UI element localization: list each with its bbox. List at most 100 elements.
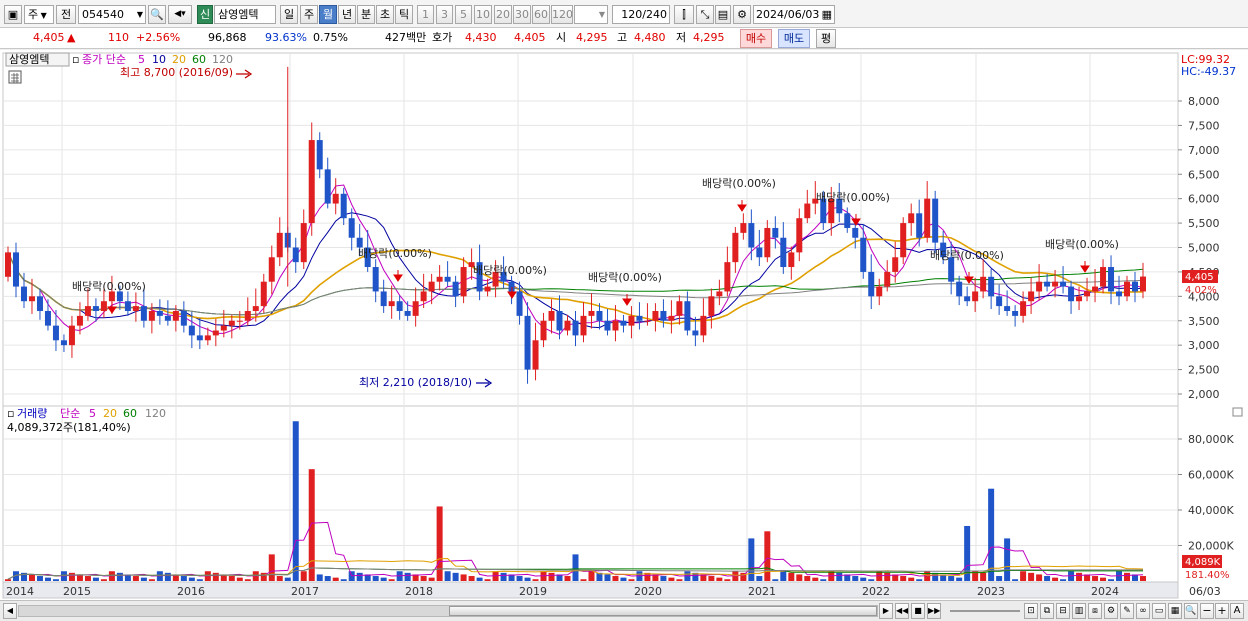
font-size-icon[interactable]: A [1230,603,1244,619]
candle-body [332,193,339,204]
stock-chart[interactable]: 배당락(0.00%) 배당락(0.00%) 배당락(0.00%) 배당락(0.00%)… [0,50,1248,600]
interval-60[interactable]: 60 [532,5,550,24]
average-button[interactable]: 평 [816,29,836,48]
magnify-icon[interactable]: 🔍 [1184,603,1198,619]
volume-bar [812,577,819,581]
volume-bar [1140,576,1146,581]
candle-body [1108,267,1115,292]
candle-body [52,325,59,341]
candle-body [660,310,667,321]
interval-120[interactable]: 120 [551,5,573,24]
interval-20[interactable]: 20 [494,5,512,24]
date-input[interactable]: 2024/06/03 ▦ [753,5,835,24]
volume-bar [5,579,11,581]
sell-button[interactable]: 매도 [778,29,810,48]
pen-icon[interactable]: ✎ [1120,603,1134,619]
period-year[interactable]: 년 [338,5,356,24]
volume-bar [868,579,875,581]
grid-icon[interactable]: ▦ [1168,603,1182,619]
chart-area[interactable]: 배당락(0.00%) 배당락(0.00%) 배당락(0.00%) 배당락(0.00%)… [0,50,1248,600]
time-tick-label: 2016 [177,585,205,598]
scroll-track[interactable] [18,605,878,617]
scroll-right-icon[interactable]: ▶ [879,603,893,619]
buy-button[interactable]: 매수 [740,29,772,48]
speaker-icon[interactable]: ◀▾ [168,5,192,24]
candle-body [764,227,771,258]
maximize-icon[interactable] [1232,407,1243,417]
zoom-in-icon[interactable]: + [1215,603,1229,619]
volume-bar [1060,579,1067,581]
period-week[interactable]: 주 [300,5,318,24]
zoom-out-icon[interactable]: − [1200,603,1214,619]
period-day[interactable]: 일 [280,5,298,24]
candle-body [244,310,251,321]
volume-bar [1092,576,1099,581]
indicator-icon[interactable]: ▥ [1072,603,1086,619]
volume-bar [332,577,339,581]
fast-forward-icon[interactable]: ▶▶ [927,603,941,619]
count-input[interactable]: 120/240 [612,5,670,24]
ma-legend-label: 종가 단순 [82,53,126,66]
line-tool-icon[interactable]: ⤡ [696,5,714,24]
search-icon[interactable]: 🔍 [148,5,166,24]
candle-body [1020,301,1027,316]
candle-type-icon[interactable]: ⫿ [674,5,694,24]
candle-body [420,291,427,302]
period-second[interactable]: 초 [376,5,394,24]
dividend-label: 배당락(0.00%) [930,249,1004,262]
scroll-thumb[interactable] [449,606,877,616]
settings-icon[interactable]: ⚙ [1104,603,1118,619]
interval-5[interactable]: 5 [455,5,472,24]
copy-icon[interactable]: ⧉ [1040,603,1054,619]
zoom-slider[interactable] [950,610,1020,612]
volume-current-value: 4,089,372주(181,40%) [7,421,131,434]
interval-1[interactable]: 1 [417,5,434,24]
type-select[interactable]: 주 ▼ [24,5,54,24]
window-menu-icon[interactable]: ▣ [4,5,22,24]
period-tick[interactable]: 틱 [395,5,413,24]
volume-bar [1124,572,1131,581]
volume-bar [660,576,667,581]
candle-body [1084,291,1091,297]
link-icon[interactable]: ∞ [1136,603,1150,619]
period-month[interactable]: 월 [319,5,337,24]
prev-button[interactable]: 전 [56,5,76,24]
chart-tool-icon[interactable]: ⊡ [1024,603,1038,619]
candle-body [236,320,243,322]
volume-bar [908,577,915,581]
candle-body [756,247,763,258]
volume-ratio: 93.63% [265,31,307,44]
stop-icon[interactable]: ■ [911,603,925,619]
interval-3[interactable]: 3 [436,5,453,24]
candle-body [428,281,435,292]
scroll-left-icon[interactable]: ◀ [3,603,17,619]
volume-bar [140,577,147,581]
compare-icon[interactable]: ⧈ [1088,603,1102,619]
stock-name-field[interactable]: 삼영엠텍 [214,5,276,24]
volume-bar [452,572,459,581]
candle-body [1012,310,1019,316]
candle-body [484,286,491,292]
candle-body [676,301,683,316]
layout-icon[interactable]: ⊟ [1056,603,1070,619]
calendar-icon: ▦ [821,8,832,21]
save-icon[interactable]: ▤ [715,5,731,24]
volume-bar [92,577,99,581]
volume-tag-text: 4,089K [1185,557,1221,568]
custom-interval-select[interactable]: ▼ [574,5,608,24]
interval-30[interactable]: 30 [513,5,531,24]
stock-code-input[interactable]: 054540 ▼ [78,5,146,24]
gear-icon[interactable]: ⚙ [733,5,751,24]
candle-body [36,296,43,311]
candle-body [412,301,419,316]
volume-legend-label: 단순 [60,407,80,420]
volume-bar [100,579,107,581]
window-icon[interactable]: ▭ [1152,603,1166,619]
rewind-icon[interactable]: ◀◀ [895,603,909,619]
dividend-label: 배당락(0.00%) [816,191,890,204]
volume-bar [1012,579,1019,581]
interval-10[interactable]: 10 [474,5,492,24]
period-minute[interactable]: 분 [357,5,375,24]
candle-body [540,320,547,341]
time-tick-label: 2020 [634,585,662,598]
